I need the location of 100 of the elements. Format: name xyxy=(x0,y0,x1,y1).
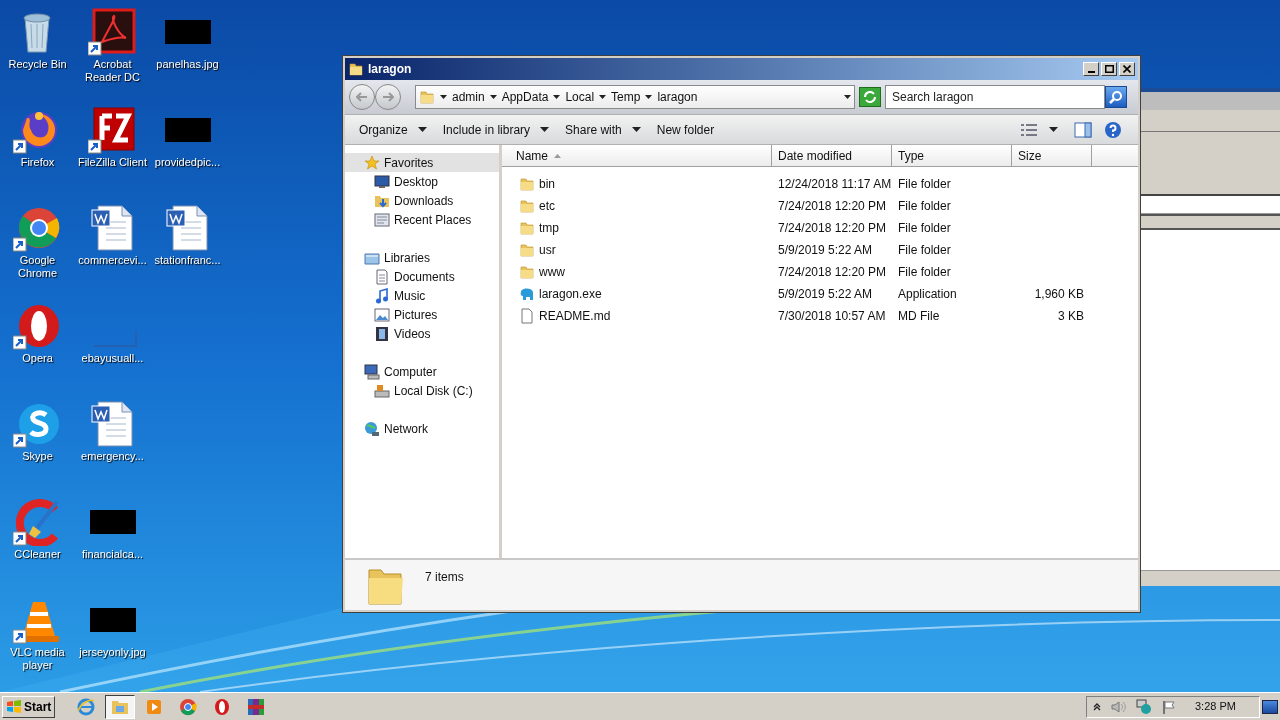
file-name: README.md xyxy=(539,308,611,325)
date-cell-text: 7/24/2018 12:20 PM xyxy=(777,220,888,237)
show-desktop-button[interactable] xyxy=(1262,699,1278,714)
file-row[interactable]: usr 5/9/2019 5:22 AM File folder xyxy=(502,239,1138,261)
icon-label[interactable]: FileZilla Client xyxy=(74,156,151,169)
maximize-button[interactable] xyxy=(1101,62,1117,76)
ie-globe-icon xyxy=(76,696,97,717)
dropdown-arrow-icon xyxy=(417,127,427,132)
icon-label[interactable]: Skype xyxy=(0,450,76,463)
nav-item[interactable]: Recent Places xyxy=(345,210,499,229)
blank-file-icon xyxy=(519,308,535,324)
file-name: bin xyxy=(539,176,555,193)
file-row[interactable]: laragon.exe 5/9/2019 5:22 AM Application 1,960 KB xyxy=(502,283,1138,305)
column-header[interactable]: Type xyxy=(892,145,1012,166)
flag-icon[interactable] xyxy=(1162,699,1176,714)
chevron-up-icon[interactable] xyxy=(1093,702,1101,711)
nav-item[interactable]: Computer xyxy=(345,362,499,381)
icon-label[interactable]: Google Chrome xyxy=(0,254,76,280)
folder-icon xyxy=(519,176,535,192)
file-row[interactable]: www 7/24/2018 12:20 PM File folder xyxy=(502,261,1138,283)
search-button[interactable] xyxy=(1105,86,1127,108)
sort-arrow-icon xyxy=(554,153,561,158)
forward-button[interactable] xyxy=(375,84,401,110)
shortcut-icon[interactable] xyxy=(87,8,138,56)
breadcrumb-segment[interactable]: Local xyxy=(565,88,595,106)
nav-item[interactable]: Desktop xyxy=(345,172,499,191)
star-icon xyxy=(364,154,380,171)
document-icon xyxy=(374,268,390,285)
folder-icon xyxy=(519,242,535,258)
start-button[interactable]: Start xyxy=(2,695,56,718)
column-header[interactable]: Size xyxy=(1012,145,1092,166)
toolbar-button[interactable]: Share with xyxy=(557,117,649,142)
dropdown-arrow-icon xyxy=(489,95,497,99)
file-row[interactable]: etc 7/24/2018 12:20 PM File folder xyxy=(502,195,1138,217)
column-header[interactable]: Date modified xyxy=(772,145,892,166)
nav-item[interactable]: Network xyxy=(345,419,499,438)
refresh-button[interactable] xyxy=(859,87,881,107)
folder-icon xyxy=(419,88,435,106)
nav-item[interactable]: Documents xyxy=(345,267,499,286)
nav-item[interactable]: Downloads xyxy=(345,191,499,210)
icon-label[interactable]: providedpic... xyxy=(149,156,226,169)
toolbar-button[interactable]: Organize xyxy=(351,117,435,142)
file-row[interactable]: bin 12/24/2018 11:17 AM File folder xyxy=(502,173,1138,195)
icon-label[interactable]: CCleaner xyxy=(0,548,76,561)
breadcrumb-segment[interactable]: laragon xyxy=(657,88,698,106)
help-icon[interactable] xyxy=(1104,120,1122,139)
icon-label[interactable]: Opera xyxy=(0,352,76,365)
type-cell-text: File folder xyxy=(897,264,952,281)
nav-item[interactable]: Pictures xyxy=(345,305,499,324)
icon-label[interactable]: ebayusuall... xyxy=(74,352,151,365)
icon-label[interactable]: Acrobat Reader DC xyxy=(74,58,151,84)
type-cell-text: File folder xyxy=(897,198,952,215)
disk-drive-icon xyxy=(374,382,390,399)
taskbar-button[interactable] xyxy=(105,694,136,719)
icon-label[interactable]: commercevi... xyxy=(74,254,151,267)
file-name: laragon.exe xyxy=(539,286,602,303)
icon-label[interactable]: Firefox xyxy=(0,156,76,169)
nav-item[interactable]: Videos xyxy=(345,324,499,343)
nav-item[interactable]: Favorites xyxy=(345,153,499,172)
clock[interactable]: 3:28 PM xyxy=(1195,698,1236,715)
picture-icon xyxy=(374,306,390,323)
icon-label[interactable]: stationfranc... xyxy=(149,254,226,267)
date-cell-text: 12/24/2018 11:17 AM xyxy=(777,176,892,193)
shortcut-icon[interactable] xyxy=(87,106,138,154)
list-view-icon xyxy=(1021,123,1037,136)
minimize-button[interactable] xyxy=(1083,62,1099,76)
file-row[interactable]: tmp 7/24/2018 12:20 PM File folder xyxy=(502,217,1138,239)
folder-icon xyxy=(519,198,535,214)
toolbar-button[interactable]: Include in library xyxy=(434,117,558,142)
globe-network-icon xyxy=(364,420,380,437)
close-button[interactable] xyxy=(1119,62,1135,76)
search-field[interactable]: Search laragon xyxy=(885,85,1105,109)
nav-item[interactable]: Local Disk (C:) xyxy=(345,381,499,400)
icon-label[interactable]: panelhas.jpg xyxy=(149,58,226,71)
elephant-app-icon xyxy=(519,286,535,302)
minimize-icon xyxy=(1087,71,1095,73)
nav-item[interactable]: Music xyxy=(345,286,499,305)
column-header[interactable]: Name xyxy=(502,145,772,166)
icon-label[interactable]: emergency... xyxy=(74,450,151,463)
icon-label[interactable]: financialca... xyxy=(74,548,151,561)
address-bar[interactable]: admin AppData Local Temp laragon xyxy=(415,85,855,109)
window-title: laragon xyxy=(368,61,412,78)
breadcrumb-segment[interactable]: admin xyxy=(452,88,485,106)
icon-label[interactable]: Recycle Bin xyxy=(0,58,76,71)
toolbar-button[interactable]: New folder xyxy=(648,117,723,142)
item-count: 7 items xyxy=(425,569,464,586)
breadcrumb-segment[interactable]: AppData xyxy=(501,88,549,106)
folder-icon xyxy=(519,220,535,236)
dropdown-arrow-icon xyxy=(631,127,641,132)
type-cell-text: File folder xyxy=(897,220,952,237)
preview-pane-icon[interactable] xyxy=(1074,121,1092,138)
file-row[interactable]: README.md 7/30/2018 10:57 AM MD File 3 KB xyxy=(502,305,1138,327)
size-cell-text: 3 KB xyxy=(1058,308,1084,325)
music-note-icon xyxy=(374,287,390,304)
nav-item[interactable]: Libraries xyxy=(345,248,499,267)
back-button[interactable] xyxy=(349,84,375,110)
breadcrumb-segment[interactable]: Temp xyxy=(611,88,641,106)
close-icon xyxy=(1123,65,1131,73)
date-cell-text: 5/9/2019 5:22 AM xyxy=(777,242,874,259)
type-cell-text: Application xyxy=(897,286,958,303)
